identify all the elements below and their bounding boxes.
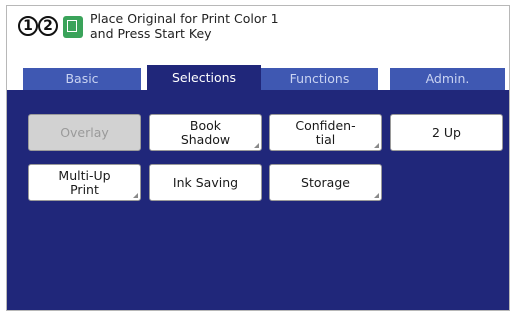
drum-1-indicator: 1 xyxy=(18,16,38,36)
status-message: Place Original for Print Color 1 and Pre… xyxy=(90,11,279,41)
book-shadow-button[interactable]: Book Shadow xyxy=(149,114,262,151)
tab-basic[interactable]: Basic xyxy=(23,68,141,90)
status-message-line-2: and Press Start Key xyxy=(90,26,212,41)
overlay-button[interactable]: Overlay xyxy=(28,114,141,151)
tab-selections[interactable]: Selections xyxy=(147,65,261,90)
master-making-icon xyxy=(63,16,83,38)
multi-up-print-button[interactable]: Multi-Up Print xyxy=(28,164,141,201)
drum-2-indicator: 2 xyxy=(38,16,58,36)
status-message-line-1: Place Original for Print Color 1 xyxy=(90,11,279,26)
two-up-button[interactable]: 2 Up xyxy=(390,114,503,151)
ink-saving-button[interactable]: Ink Saving xyxy=(149,164,262,201)
tab-admin[interactable]: Admin. xyxy=(390,68,505,90)
tab-functions[interactable]: Functions xyxy=(261,68,378,90)
confidential-button[interactable]: Confiden- tial xyxy=(269,114,382,151)
control-panel-screen: 1 2 Place Original for Print Color 1 and… xyxy=(6,5,510,311)
storage-button[interactable]: Storage xyxy=(269,164,382,201)
status-header: 1 2 Place Original for Print Color 1 and… xyxy=(7,6,509,66)
